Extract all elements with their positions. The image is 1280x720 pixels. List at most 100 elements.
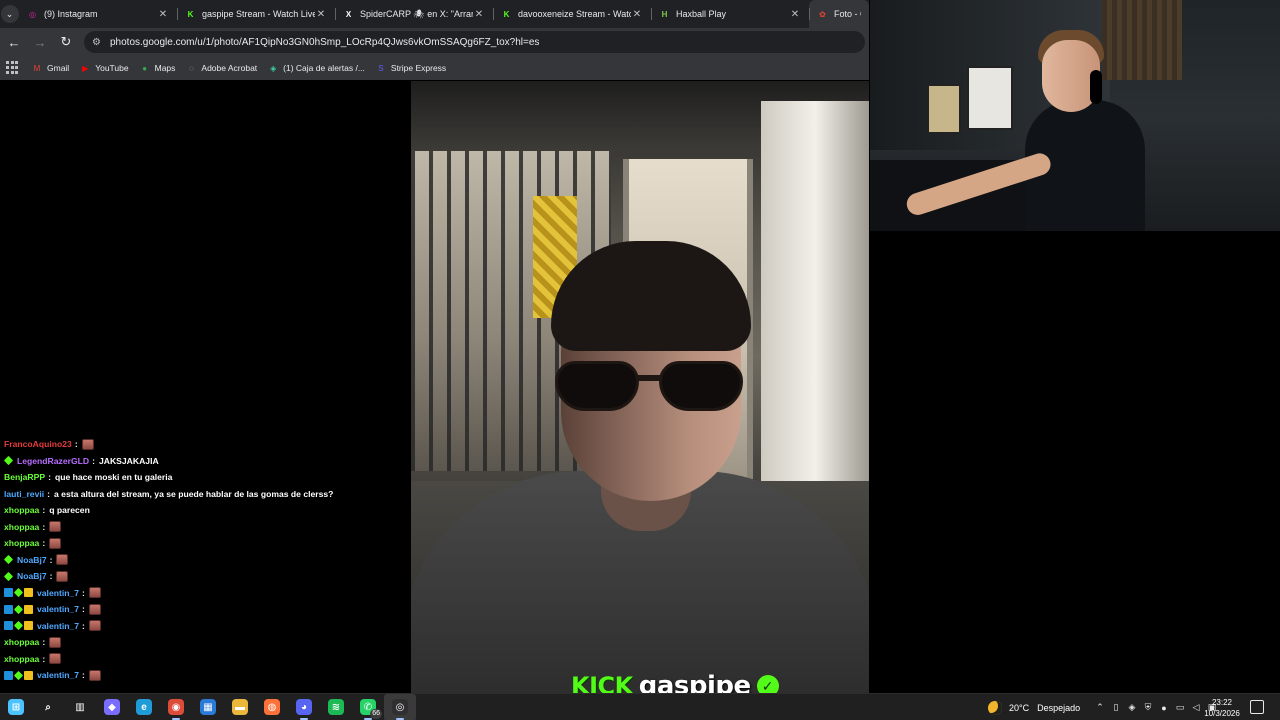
clock[interactable]: 23:22 10/3/2026 — [1202, 697, 1242, 719]
chat-emote-icon — [56, 554, 69, 565]
taskbar-app[interactable]: ◆ — [96, 694, 128, 720]
chat-username[interactable]: LegendRazerGLD — [17, 456, 89, 466]
chat-message: FrancoAquino23: — [4, 436, 94, 452]
chat-username[interactable]: xhoppaa — [4, 505, 39, 515]
tab-search-button[interactable]: ⌄ — [0, 0, 19, 28]
chat-username[interactable]: xhoppaa — [4, 637, 39, 647]
chat-overlay: FrancoAquino23: LegendRazerGLD: JAKSJAKAJI… — [0, 419, 410, 691]
chat-username[interactable]: lauti_revii — [4, 489, 44, 499]
chat-separator: : — [47, 488, 50, 499]
chat-emote-icon — [56, 570, 69, 582]
battery-icon[interactable]: ▭ — [1172, 694, 1188, 720]
browser-tab[interactable]: ✿ Foto - G — [809, 0, 869, 28]
gift-badge-icon — [24, 621, 33, 630]
chat-username[interactable]: xhoppaa — [4, 654, 39, 664]
usb-icon[interactable]: ▯ — [1108, 694, 1124, 720]
close-tab-icon[interactable]: ✕ — [315, 9, 327, 20]
taskbar-app[interactable]: ▬ — [224, 694, 256, 720]
chat-badges — [3, 554, 14, 565]
back-button[interactable]: ← — [2, 30, 26, 54]
defender-icon[interactable]: ◈ — [1124, 694, 1140, 720]
chat-username[interactable]: NoaBj7 — [17, 571, 47, 581]
chat-message: valentin_7: — [4, 601, 101, 617]
browser-tab[interactable]: Kgaspipe Stream - Watch Live on Kick✕ — [177, 0, 335, 28]
chat-username[interactable]: BenjaRPP — [4, 472, 45, 482]
chat-message: BenjaRPP: que hace moski en tu galeria — [4, 469, 172, 485]
chat-separator: : — [82, 587, 85, 598]
address-bar[interactable]: ⚙ photos.google.com/u/1/photo/AF1QipNo3G… — [84, 31, 865, 53]
chat-username[interactable]: valentin_7 — [37, 604, 79, 614]
close-tab-icon[interactable]: ✕ — [157, 9, 169, 20]
taskbar-app[interactable]: ◍ — [256, 694, 288, 720]
chat-message: xhoppaa: q parecen — [4, 502, 90, 518]
firefox-icon: ◍ — [264, 699, 280, 715]
taskbar-app[interactable]: ◎ — [384, 693, 416, 720]
forward-button[interactable]: → — [28, 30, 52, 54]
tab-strip: ⌄ ◎ (9) Instagram ✕ Kgaspipe Stream - Watch… — [0, 0, 869, 28]
close-tab-icon[interactable]: ✕ — [789, 9, 801, 20]
bookmark-item[interactable]: ● Maps — [140, 63, 176, 73]
chat-username[interactable]: valentin_7 — [37, 621, 79, 631]
site-info-icon[interactable]: ⚙ — [92, 37, 106, 48]
instagram-icon: ◎ — [29, 9, 36, 19]
taskbar-app[interactable]: ▦ — [192, 694, 224, 720]
start-icon: ⊞ — [8, 699, 24, 715]
bookmarks-bar: M Gmail ▶ YouTube ● Maps ◌ Adobe Acrobat ◈ (1) Ca… — [0, 56, 869, 80]
close-tab-icon[interactable]: ✕ — [631, 9, 643, 20]
chrome-icon: ◉ — [168, 699, 184, 715]
security-icon[interactable]: ⛨ — [1140, 694, 1156, 720]
reload-button[interactable]: ↻ — [54, 30, 78, 54]
show-hidden-icons-icon[interactable]: ⌃ — [1092, 694, 1108, 720]
chat-username[interactable]: valentin_7 — [37, 588, 79, 598]
apps-grid-icon[interactable] — [6, 61, 20, 75]
taskbar-app[interactable]: ◉ — [160, 694, 192, 720]
chat-separator: : — [42, 521, 46, 532]
taskbar-app[interactable]: ✆ 66 — [352, 694, 384, 720]
chat-text: JAKSJAKAJIA — [98, 455, 159, 466]
chat-username[interactable]: valentin_7 — [37, 670, 79, 680]
close-tab-icon[interactable]: ✕ — [473, 9, 485, 20]
chat-username[interactable]: FrancoAquino23 — [4, 439, 72, 449]
taskbar-app[interactable]: ≋ — [320, 694, 352, 720]
chat-username[interactable]: xhoppaa — [4, 522, 39, 532]
bookmark-item[interactable]: M Gmail — [32, 63, 70, 73]
bookmark-item[interactable]: ◌ Adobe Acrobat — [186, 63, 257, 73]
chat-separator: : — [92, 455, 95, 466]
taskbar-app[interactable]: ⌕ — [32, 694, 64, 720]
browser-tab[interactable]: Kdavooxeneize Stream - Watch Live✕ — [493, 0, 651, 28]
notification-center-icon[interactable] — [1250, 700, 1264, 714]
chat-message: lauti_revii: a esta altura del stream, ya… — [4, 486, 333, 502]
bookmark-item[interactable]: ◈ (1) Caja de alertas /... — [268, 63, 365, 73]
bookmark-item[interactable]: S Stripe Express — [376, 63, 446, 73]
chat-separator: : — [82, 604, 85, 614]
tab-title: (9) Instagram — [44, 9, 98, 19]
browser-tab[interactable]: ◎ (9) Instagram ✕ — [19, 0, 177, 28]
chat-emote-icon — [81, 438, 94, 450]
chevron-down-icon: ⌄ — [0, 5, 19, 23]
taskbar-app[interactable]: e — [128, 694, 160, 720]
browser-toolbar: ← → ↻ ⚙ photos.google.com/u/1/photo/AF1Q… — [0, 28, 869, 56]
gem-badge-icon — [13, 587, 24, 598]
bookmark-label: Maps — [154, 63, 176, 73]
chat-badges — [3, 571, 14, 581]
browser-tab[interactable]: X SpiderCARP 🕷 en X: "Arranca ✕ — [335, 0, 493, 28]
microphone-icon[interactable]: ● — [1156, 694, 1172, 720]
alerts-icon: ◈ — [270, 63, 277, 73]
weather-temp: 20°C — [1009, 702, 1030, 713]
weather-widget[interactable]: 20°C Despejado — [988, 694, 1080, 720]
taskbar-app[interactable]: ◕ — [288, 694, 320, 720]
gift-badge-icon — [24, 604, 33, 614]
bookmark-item[interactable]: ▶ YouTube — [80, 63, 128, 73]
taskbar-app[interactable]: ⊞ — [0, 694, 32, 720]
chat-username[interactable]: NoaBj7 — [17, 555, 47, 565]
browser-tab[interactable]: H Haxball Play ✕ — [651, 0, 809, 28]
photo-viewer-image[interactable] — [411, 81, 869, 693]
youtube-icon: ▶ — [82, 63, 89, 73]
haxball-icon: H — [661, 9, 668, 19]
acrobat-icon: ◌ — [189, 63, 194, 73]
gem-badge-icon — [13, 620, 24, 631]
chat-username[interactable]: xhoppaa — [4, 538, 39, 548]
file-explorer-icon: ▬ — [232, 699, 248, 715]
gem-badge-icon — [3, 455, 14, 466]
taskbar-app[interactable]: ▥ — [64, 694, 96, 720]
